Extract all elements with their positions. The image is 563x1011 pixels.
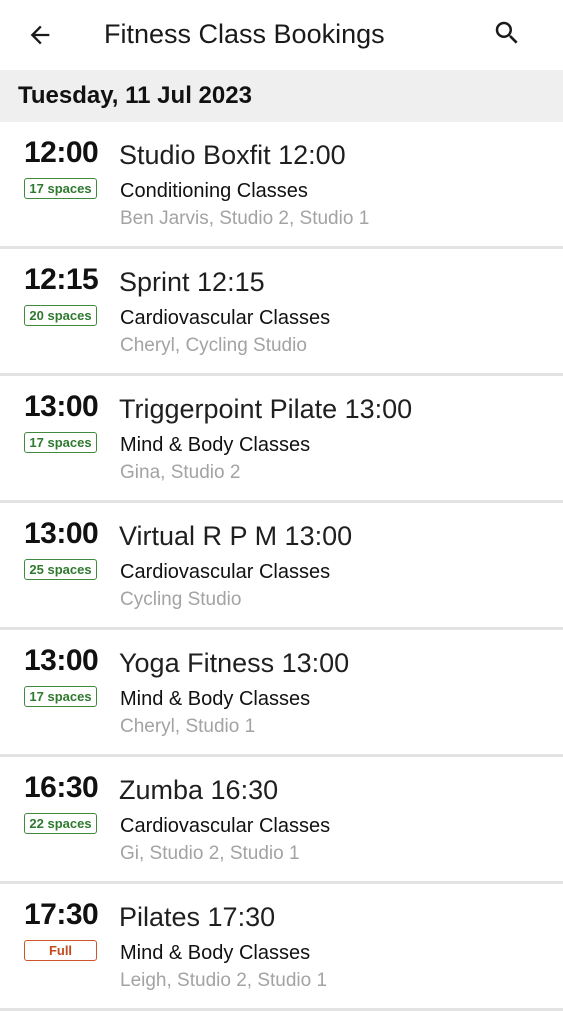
class-location: Gina, Studio 2 xyxy=(120,462,241,483)
class-category: Conditioning Classes xyxy=(120,180,308,202)
date-section-header: Tuesday, 11 Jul 2023 xyxy=(0,70,563,122)
class-row[interactable]: 12:15 20 spaces Sprint 12:15 Cardiovascu… xyxy=(0,249,563,376)
class-category: Cardiovascular Classes xyxy=(120,307,331,329)
class-row[interactable]: 13:00 17 spaces Yoga Fitness 13:00 Mind … xyxy=(0,630,563,757)
class-category: Mind & Body Classes xyxy=(120,434,311,456)
class-time: 12:00 xyxy=(24,136,99,169)
class-category: Cardiovascular Classes xyxy=(120,561,331,583)
class-location: Cheryl, Cycling Studio xyxy=(120,335,307,356)
spaces-badge: 17 spaces xyxy=(24,686,97,707)
full-badge: Full xyxy=(24,940,97,961)
class-time: 17:30 xyxy=(24,898,99,931)
class-name: Yoga Fitness 13:00 xyxy=(119,648,350,678)
class-category: Cardiovascular Classes xyxy=(120,815,331,837)
class-name: Zumba 16:30 xyxy=(119,775,279,805)
class-row[interactable]: 16:30 22 spaces Zumba 16:30 Cardiovascul… xyxy=(0,757,563,884)
search-button[interactable] xyxy=(489,15,525,51)
class-location: Ben Jarvis, Studio 2, Studio 1 xyxy=(120,208,370,229)
class-row[interactable]: 17:30 Full Pilates 17:30 Mind & Body Cla… xyxy=(0,884,563,1011)
class-time: 13:00 xyxy=(24,517,99,550)
arrow-left-icon xyxy=(30,25,50,45)
class-time: 13:00 xyxy=(24,644,99,677)
page-title: Fitness Class Bookings xyxy=(104,19,385,49)
class-time: 13:00 xyxy=(24,390,99,423)
class-time: 12:15 xyxy=(24,263,99,296)
back-button[interactable] xyxy=(22,17,58,53)
spaces-badge: 22 spaces xyxy=(24,813,97,834)
search-icon xyxy=(495,21,518,44)
class-location: Leigh, Studio 2, Studio 1 xyxy=(120,970,328,991)
class-location: Cheryl, Studio 1 xyxy=(120,716,256,737)
spaces-badge: 17 spaces xyxy=(24,432,97,453)
class-name: Studio Boxfit 12:00 xyxy=(119,140,346,170)
spaces-badge: 17 spaces xyxy=(24,178,97,199)
app-bar: Fitness Class Bookings xyxy=(0,0,563,70)
class-name: Triggerpoint Pilate 13:00 xyxy=(119,394,413,424)
class-category: Mind & Body Classes xyxy=(120,942,311,964)
class-location: Gi, Studio 2, Studio 1 xyxy=(120,843,300,864)
class-category: Mind & Body Classes xyxy=(120,688,311,710)
class-name: Sprint 12:15 xyxy=(119,267,265,297)
class-row[interactable]: 13:00 25 spaces Virtual R P M 13:00 Card… xyxy=(0,503,563,630)
class-row[interactable]: 12:00 17 spaces Studio Boxfit 12:00 Cond… xyxy=(0,122,563,249)
spaces-badge: 20 spaces xyxy=(24,305,97,326)
class-list: 12:00 17 spaces Studio Boxfit 12:00 Cond… xyxy=(0,122,563,1011)
class-row[interactable]: 13:00 17 spaces Triggerpoint Pilate 13:0… xyxy=(0,376,563,503)
class-time: 16:30 xyxy=(24,771,99,804)
class-name: Virtual R P M 13:00 xyxy=(119,521,353,551)
class-name: Pilates 17:30 xyxy=(119,902,276,932)
class-location: Cycling Studio xyxy=(120,589,242,610)
spaces-badge: 25 spaces xyxy=(24,559,97,580)
